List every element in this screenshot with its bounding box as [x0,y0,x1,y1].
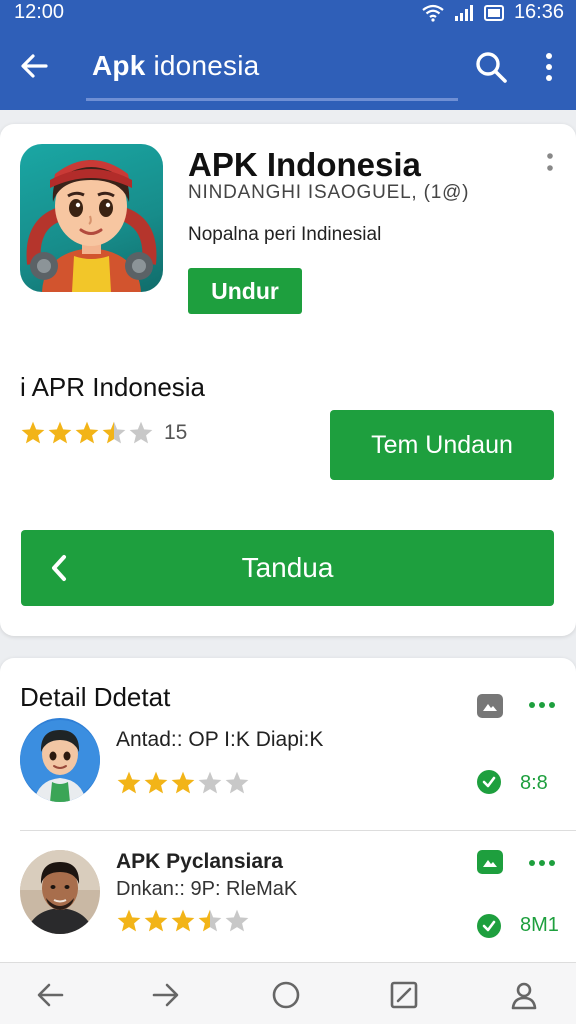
row-subtitle: Dnkan:: 9P: RleMaK [116,878,298,900]
secondary-download-button[interactable]: Tem Undaun [330,410,554,480]
nav-profile-button[interactable] [506,977,542,1013]
star-icon [171,771,195,794]
image-button[interactable] [477,694,503,718]
star-icon [117,771,141,794]
details-card: Detail Ddetat Antad:: OP I:K Diapi:K 8:8 [0,658,576,970]
nav-forward-button[interactable] [148,977,184,1013]
circle-home-icon [272,981,300,1009]
app-card-menu-button[interactable] [538,152,562,176]
arrow-left-icon [21,54,48,78]
search-query-title[interactable]: Apk idonesia [92,50,259,82]
overflow-menu-button[interactable] [532,48,566,86]
title-rest: idonesia [145,50,260,81]
star-icon [225,771,249,794]
top-app-bar: 12:00 16:36 Apk idonesia [0,0,576,110]
star-icon [171,909,195,932]
more-horiz-icon [529,702,555,708]
star-icon [198,771,222,794]
arrow-left-icon [37,983,64,1007]
title-strong: Apk [92,50,146,81]
image-icon [483,704,497,711]
star-icon [117,909,141,932]
search-button[interactable] [472,48,510,86]
row-divider [20,830,576,831]
row-score: 8:8 [520,772,548,794]
search-underline [86,98,458,101]
app-developer: NINDANGHI ISAOGUEL, (1@) [188,182,470,203]
row-score: 8M1 [520,914,559,936]
app-icon[interactable] [20,144,163,292]
image-button[interactable] [477,850,503,874]
row-star-rating [116,770,250,796]
primary-download-button[interactable]: Tandua [21,530,554,606]
star-rating [20,420,154,446]
verified-icon [477,770,501,794]
row-more-button[interactable] [528,700,556,710]
status-time-right: 16:36 [513,1,564,23]
search-icon [476,52,507,83]
verified-icon [477,914,501,938]
wifi-icon [422,4,444,22]
nav-back-button[interactable] [32,977,68,1013]
avatar[interactable] [20,850,100,934]
bottom-nav [0,962,576,1024]
install-button[interactable]: Undur [188,268,302,314]
star-icon [225,909,249,932]
image-icon [483,860,497,867]
more-vert-icon [547,153,553,171]
person-photo-avatar [20,850,100,934]
battery-icon [483,4,504,21]
details-title: Detail Ddetat [20,682,171,712]
app-bar: Apk idonesia [0,30,576,106]
edit-square-icon [390,981,418,1009]
star-icon [144,771,168,794]
check-icon [482,776,496,788]
app-rating: 15 [20,420,187,446]
status-time: 12:00 [14,1,65,23]
nav-recents-button[interactable] [386,977,422,1013]
person-icon [511,982,537,1010]
app-card: APK Indonesia NINDANGHI ISAOGUEL, (1@) N… [0,124,576,636]
star-icon [21,421,45,444]
row-more-button[interactable] [528,858,556,868]
app-description: Nopalna peri Indinesial [188,224,382,245]
more-horiz-icon [529,860,555,866]
status-icons: 16:36 [422,1,564,24]
cartoon-character-icon [26,160,157,292]
avatar[interactable] [20,718,100,802]
row-title: Antad:: OP I:K Diapi:K [116,728,324,751]
rating-count: 15 [164,421,188,444]
primary-download-label: Tandua [241,552,334,583]
signal-icon [454,4,473,21]
star-icon [48,421,72,444]
star-icon [198,909,222,932]
section-heading: i APR Indonesia [20,372,206,402]
cartoon-avatar-icon [20,718,100,802]
app-name: APK Indonesia [188,146,421,183]
star-icon [144,909,168,932]
row-star-rating [116,908,250,934]
star-icon [102,421,126,444]
more-vert-icon [546,53,552,81]
back-button[interactable] [16,48,52,84]
nav-home-button[interactable] [268,977,304,1013]
star-icon [129,421,153,444]
check-icon [482,920,496,932]
status-bar: 12:00 16:36 [0,0,576,26]
star-icon [75,421,99,444]
chevron-left-icon [52,555,66,581]
row-title: APK Pyclansiara [116,850,283,873]
arrow-right-icon [152,983,179,1007]
